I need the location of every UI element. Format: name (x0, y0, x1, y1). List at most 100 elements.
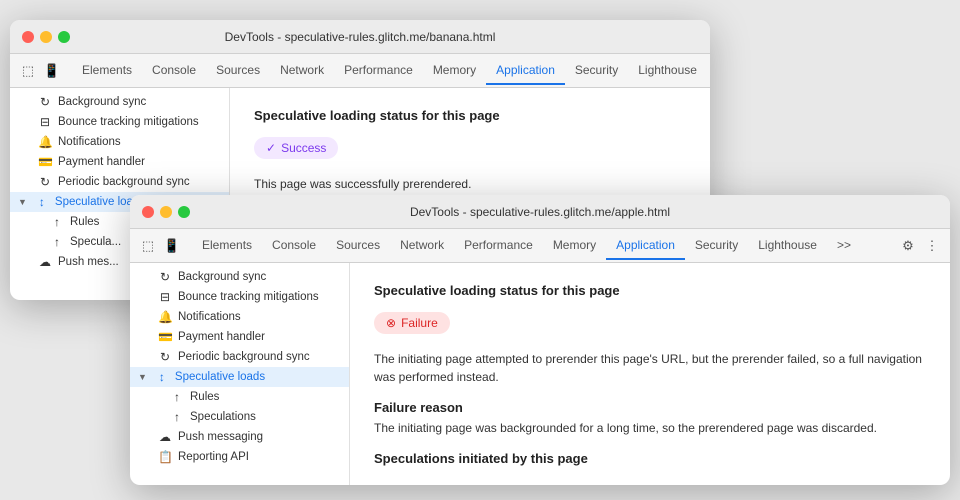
push-icon-2: ☁ (158, 430, 172, 444)
sidebar-label-periodic-1: Periodic background sync (58, 176, 190, 188)
sidebar-item-background-sync-2[interactable]: ↻ Background sync (130, 267, 349, 287)
tab-performance-1[interactable]: Performance (334, 57, 423, 85)
tab-memory-1[interactable]: Memory (423, 57, 486, 85)
toolbar-icons-1: ⬚ 📱 (18, 61, 62, 81)
sidebar-label-bounce-2: Bounce tracking mitigations (178, 291, 319, 303)
sidebar-item-periodic-1[interactable]: ↻ Periodic background sync (10, 172, 229, 192)
tab-list-1: Elements Console Sources Network Perform… (72, 57, 710, 85)
tab-lighthouse-1[interactable]: Lighthouse (628, 57, 707, 85)
tab-security-1[interactable]: Security (565, 57, 628, 85)
close-button-2[interactable] (142, 206, 154, 218)
rules-icon-1: ↑ (50, 215, 64, 229)
badge-icon-failure: ⊗ (386, 316, 396, 330)
badge-label-success: Success (281, 141, 326, 155)
devtools-toolbar-2: ⬚ 📱 Elements Console Sources Network Per… (130, 229, 950, 263)
tab-security-2[interactable]: Security (685, 232, 748, 260)
devtools-toolbar-1: ⬚ 📱 Elements Console Sources Network Per… (10, 54, 710, 88)
reporting-icon-2: 📋 (158, 450, 172, 464)
device-icon[interactable]: 📱 (42, 61, 62, 81)
sidebar-label-payment-1: Payment handler (58, 156, 145, 168)
sidebar-item-bounce-2[interactable]: ⊟ Bounce tracking mitigations (130, 287, 349, 307)
status-badge-success: ✓ Success (254, 137, 338, 159)
traffic-lights-2 (142, 206, 190, 218)
arrow-icon-1: ▼ (18, 197, 27, 207)
title-bar-2: DevTools - speculative-rules.glitch.me/a… (130, 195, 950, 229)
tab-performance-2[interactable]: Performance (454, 232, 543, 260)
speculations-icon-2: ↑ (170, 410, 184, 424)
minimize-button-2[interactable] (160, 206, 172, 218)
sync-icon-1: ↻ (38, 95, 52, 109)
sidebar-item-push-2[interactable]: ☁ Push messaging (130, 427, 349, 447)
sidebar-label-periodic-2: Periodic background sync (178, 351, 310, 363)
devtools-body-2: ↻ Background sync ⊟ Bounce tracking miti… (130, 263, 950, 485)
status-text-1: This page was successfully prerendered. (254, 175, 686, 193)
sync-icon-2: ↻ (158, 270, 172, 284)
tab-elements-1[interactable]: Elements (72, 57, 142, 85)
sidebar-item-payment-2[interactable]: 💳 Payment handler (130, 327, 349, 347)
sidebar-item-notifications-1[interactable]: 🔔 Notifications (10, 132, 229, 152)
arrow-icon-2: ▼ (138, 372, 147, 382)
minimize-button-1[interactable] (40, 31, 52, 43)
sidebar-item-speculations-2[interactable]: ↑ Speculations (130, 407, 349, 427)
tab-lighthouse-2[interactable]: Lighthouse (748, 232, 827, 260)
sidebar-label-bounce-1: Bounce tracking mitigations (58, 116, 199, 128)
sidebar-2: ↻ Background sync ⊟ Bounce tracking miti… (130, 263, 350, 485)
sidebar-label-reporting-2: Reporting API (178, 451, 249, 463)
sidebar-item-reporting-2[interactable]: 📋 Reporting API (130, 447, 349, 467)
periodic-icon-2: ↻ (158, 350, 172, 364)
window-apple: DevTools - speculative-rules.glitch.me/a… (130, 195, 950, 485)
tab-more-2[interactable]: >> (827, 232, 861, 260)
more-options-icon-2[interactable]: ⋮ (922, 236, 942, 256)
sidebar-item-speculative-2[interactable]: ▼ ↕ Speculative loads (130, 367, 349, 387)
bounce-icon-1: ⊟ (38, 115, 52, 129)
failure-reason-text: The initiating page was backgrounded for… (374, 421, 926, 435)
maximize-button-2[interactable] (178, 206, 190, 218)
periodic-icon-1: ↻ (38, 175, 52, 189)
inspect-icon-2[interactable]: ⬚ (138, 236, 158, 256)
sidebar-label-rules-2: Rules (190, 391, 219, 403)
tab-application-1[interactable]: Application (486, 57, 565, 85)
close-button-1[interactable] (22, 31, 34, 43)
sidebar-label-speculations-2: Speculations (190, 411, 256, 423)
sidebar-label-notifications-2: Notifications (178, 311, 241, 323)
sidebar-item-background-sync-1[interactable]: ↻ Background sync (10, 92, 229, 112)
tab-network-2[interactable]: Network (390, 232, 454, 260)
tab-more-1[interactable]: >> (707, 57, 710, 85)
window-title-1: DevTools - speculative-rules.glitch.me/b… (225, 30, 496, 44)
main-content-2: Speculative loading status for this page… (350, 263, 950, 485)
tab-sources-2[interactable]: Sources (326, 232, 390, 260)
sidebar-label-push-1: Push mes... (58, 256, 119, 268)
sidebar-item-periodic-2[interactable]: ↻ Periodic background sync (130, 347, 349, 367)
speculative-icon-2: ↕ (155, 370, 169, 384)
tab-memory-2[interactable]: Memory (543, 232, 606, 260)
bounce-icon-2: ⊟ (158, 290, 172, 304)
rules-icon-2: ↑ (170, 390, 184, 404)
traffic-lights-1 (22, 31, 70, 43)
sidebar-label-background-sync-1: Background sync (58, 96, 146, 108)
status-badge-failure: ⊗ Failure (374, 312, 450, 334)
tab-console-1[interactable]: Console (142, 57, 206, 85)
speculations-title: Speculations initiated by this page (374, 451, 926, 466)
tab-elements-2[interactable]: Elements (192, 232, 262, 260)
sidebar-item-notifications-2[interactable]: 🔔 Notifications (130, 307, 349, 327)
window-title-2: DevTools - speculative-rules.glitch.me/a… (410, 205, 670, 219)
tab-console-2[interactable]: Console (262, 232, 326, 260)
device-icon-2[interactable]: 📱 (162, 236, 182, 256)
sidebar-label-speculative-2: Speculative loads (175, 371, 265, 383)
tab-sources-1[interactable]: Sources (206, 57, 270, 85)
settings-icon-2[interactable]: ⚙ (898, 236, 918, 256)
maximize-button-1[interactable] (58, 31, 70, 43)
payment-icon-2: 💳 (158, 330, 172, 344)
inspect-icon[interactable]: ⬚ (18, 61, 38, 81)
speculations-icon-1: ↑ (50, 235, 64, 249)
sidebar-item-payment-1[interactable]: 💳 Payment handler (10, 152, 229, 172)
failure-reason-title: Failure reason (374, 400, 926, 415)
sidebar-item-rules-2[interactable]: ↑ Rules (130, 387, 349, 407)
sidebar-label-payment-2: Payment handler (178, 331, 265, 343)
tab-application-2[interactable]: Application (606, 232, 685, 260)
push-icon-1: ☁ (38, 255, 52, 269)
sidebar-label-push-2: Push messaging (178, 431, 263, 443)
sidebar-item-bounce-1[interactable]: ⊟ Bounce tracking mitigations (10, 112, 229, 132)
tab-network-1[interactable]: Network (270, 57, 334, 85)
speculative-icon-1: ↕ (35, 195, 49, 209)
